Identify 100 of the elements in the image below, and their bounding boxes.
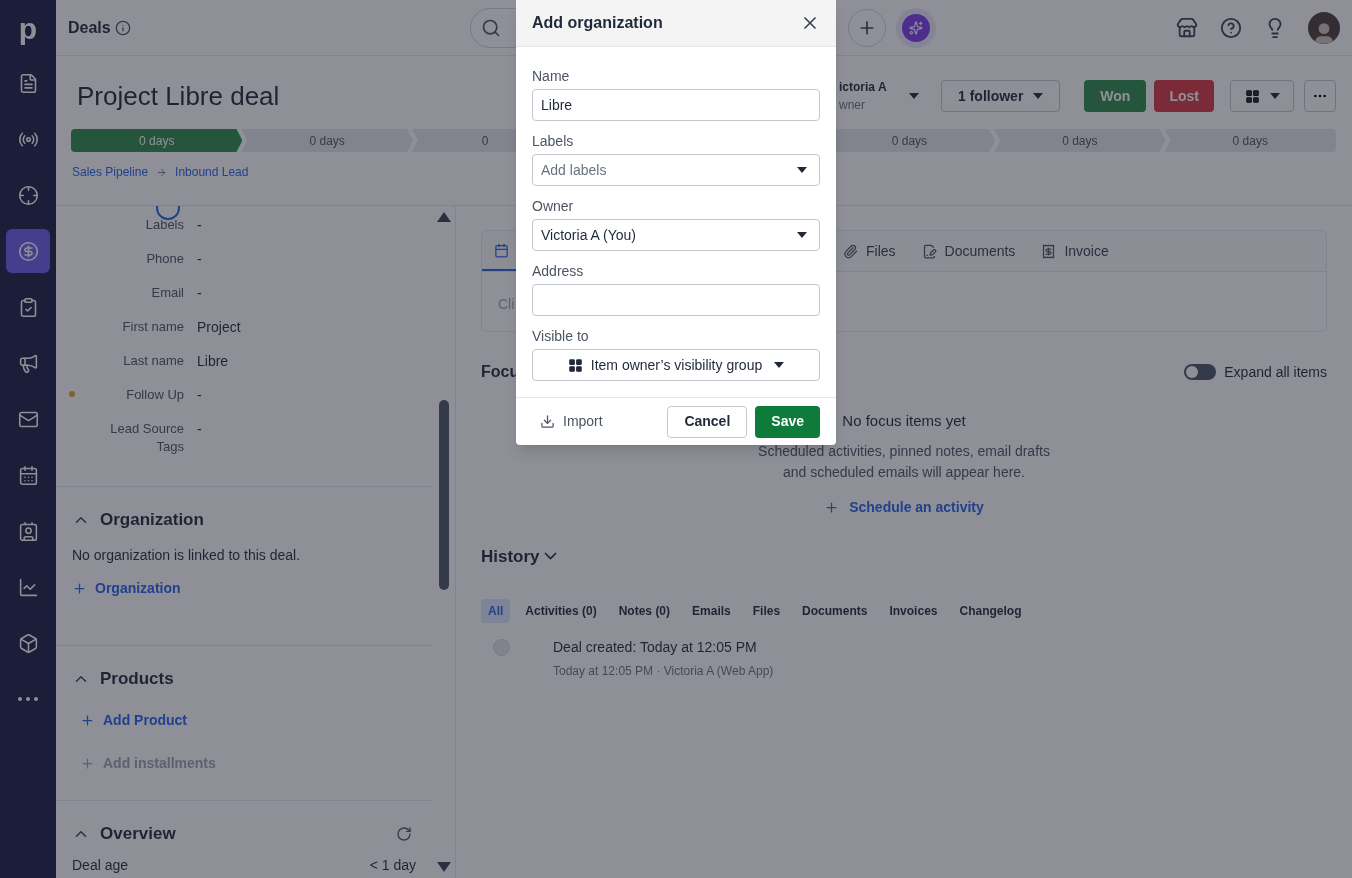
text-field[interactable] bbox=[532, 284, 820, 316]
text-field[interactable]: Libre bbox=[532, 89, 820, 121]
sparkle-icon bbox=[908, 20, 923, 35]
contact-card-icon bbox=[17, 520, 39, 542]
info-icon bbox=[114, 19, 131, 36]
owner-caret-icon bbox=[909, 93, 919, 99]
select-field[interactable]: Victoria A (You) bbox=[532, 219, 820, 251]
pipeline-stage[interactable]: 0 days bbox=[71, 129, 243, 152]
empty-text: Scheduled activities, pinned notes, email drafts and scheduled emails will appear here. bbox=[757, 441, 1051, 482]
calendar-icon bbox=[494, 242, 509, 258]
arrow-right-icon bbox=[156, 166, 168, 178]
field-value: - bbox=[197, 284, 202, 302]
plus-icon bbox=[72, 581, 87, 596]
history-entry-meta: Today at 12:05 PM · Victoria A (Web App) bbox=[553, 663, 774, 680]
followers-button[interactable]: 1 follower bbox=[941, 80, 1061, 112]
help-icon bbox=[1220, 16, 1242, 39]
chart-icon bbox=[17, 576, 39, 598]
composer-tab[interactable]: Invoice bbox=[1029, 231, 1121, 271]
empty-title: No focus items yet bbox=[842, 411, 966, 431]
select-field[interactable]: Add labels bbox=[532, 154, 820, 186]
section-title: Products bbox=[100, 668, 174, 691]
field-label: Owner bbox=[532, 197, 575, 214]
field-label: Follow Up bbox=[125, 386, 184, 404]
deal-title: Project Libre deal bbox=[77, 79, 280, 113]
field-label: First name bbox=[121, 318, 184, 336]
search-icon bbox=[480, 17, 501, 38]
history-entry-title: Deal created: Today at 12:05 PM bbox=[553, 638, 758, 657]
store-icon bbox=[1176, 16, 1198, 39]
field-value: - bbox=[197, 420, 202, 438]
field-label: Name bbox=[532, 67, 571, 84]
field-value: Project bbox=[197, 318, 241, 336]
caret-icon bbox=[1033, 93, 1044, 99]
receipt-icon bbox=[1041, 243, 1057, 259]
lost-button[interactable]: Lost bbox=[1154, 80, 1214, 112]
stage-link[interactable]: Inbound Lead bbox=[175, 163, 249, 181]
paperclip-icon bbox=[843, 243, 858, 259]
box-icon bbox=[17, 632, 39, 654]
field-label: Address bbox=[532, 262, 585, 279]
history-filter[interactable]: Changelog bbox=[952, 599, 1029, 623]
history-filter[interactable]: All bbox=[481, 599, 511, 623]
owner-role: wner bbox=[839, 97, 866, 114]
schedule-activity-link[interactable]: Schedule an activity bbox=[824, 496, 984, 518]
refresh-icon bbox=[396, 826, 413, 842]
history-filter[interactable]: Emails bbox=[685, 599, 738, 623]
add-product-link[interactable]: Add Product bbox=[80, 710, 187, 731]
field-label: Email bbox=[150, 284, 184, 302]
sidebar-item[interactable] bbox=[6, 229, 50, 273]
logo[interactable]: p bbox=[18, 0, 38, 56]
history-toggle[interactable]: History bbox=[481, 543, 557, 569]
empty-text: No organization is linked to this deal. bbox=[72, 546, 302, 565]
history-filter[interactable]: Notes (0) bbox=[611, 599, 678, 623]
caret-icon bbox=[1269, 93, 1280, 99]
section-title: Overview bbox=[100, 823, 176, 846]
expand-label: Expand all items bbox=[1224, 362, 1327, 382]
pipeline-stage[interactable]: 0 days bbox=[994, 129, 1166, 152]
calendar-icon bbox=[17, 464, 39, 486]
caret-icon bbox=[774, 362, 785, 368]
visibility-select[interactable]: Item owner’s visibility group bbox=[532, 349, 820, 381]
pipeline-link[interactable]: Sales Pipeline bbox=[72, 163, 149, 181]
history-filter[interactable]: Files bbox=[745, 599, 788, 623]
field-value: Libre bbox=[197, 352, 229, 370]
pipeline-stage[interactable]: 0 days bbox=[1164, 129, 1336, 152]
chevron-down-icon bbox=[543, 552, 557, 561]
dollar-icon bbox=[17, 240, 39, 262]
history-filter[interactable]: Documents bbox=[795, 599, 875, 623]
expand-toggle[interactable] bbox=[1184, 364, 1217, 380]
field-label: Visible to bbox=[532, 327, 590, 344]
field-label: Lead Source Tags bbox=[109, 420, 184, 456]
cancel-button[interactable]: Cancel bbox=[667, 405, 748, 438]
page-title: Deals bbox=[68, 17, 111, 38]
view-button[interactable] bbox=[1230, 80, 1294, 112]
overview-label: Deal age bbox=[72, 856, 129, 875]
user-avatar[interactable] bbox=[1308, 11, 1340, 44]
won-button[interactable]: Won bbox=[1084, 80, 1147, 112]
section-title: Organization bbox=[100, 509, 204, 532]
megaphone-icon bbox=[17, 352, 39, 374]
history-filter[interactable]: Invoices bbox=[882, 599, 945, 623]
save-button[interactable]: Save bbox=[755, 405, 820, 438]
owner-name: ictoria A bbox=[839, 79, 888, 96]
plus-icon bbox=[80, 756, 95, 771]
overview-value: < 1 day bbox=[369, 856, 417, 875]
scrollbar-thumb[interactable] bbox=[438, 400, 449, 590]
document-icon bbox=[921, 243, 937, 259]
plus-icon bbox=[80, 713, 95, 728]
import-button[interactable]: Import bbox=[532, 411, 611, 432]
composer-tab[interactable]: Documents bbox=[909, 231, 1028, 271]
scroll-down-icon bbox=[436, 862, 451, 872]
composer-tab[interactable]: Files bbox=[831, 231, 908, 271]
pipeline-stage[interactable]: 0 days bbox=[241, 129, 413, 152]
field-value: - bbox=[197, 386, 202, 404]
download-icon bbox=[540, 414, 555, 429]
history-filter[interactable]: Activities (0) bbox=[518, 599, 604, 623]
field-value: - bbox=[197, 216, 202, 234]
field-label: Labels bbox=[144, 216, 184, 234]
field-label: Labels bbox=[532, 132, 575, 149]
more-icon bbox=[18, 697, 38, 701]
scroll-up-icon bbox=[436, 212, 451, 222]
caret-icon bbox=[797, 232, 807, 238]
plus-icon bbox=[824, 499, 840, 515]
add-organization-link[interactable]: Organization bbox=[72, 578, 181, 599]
